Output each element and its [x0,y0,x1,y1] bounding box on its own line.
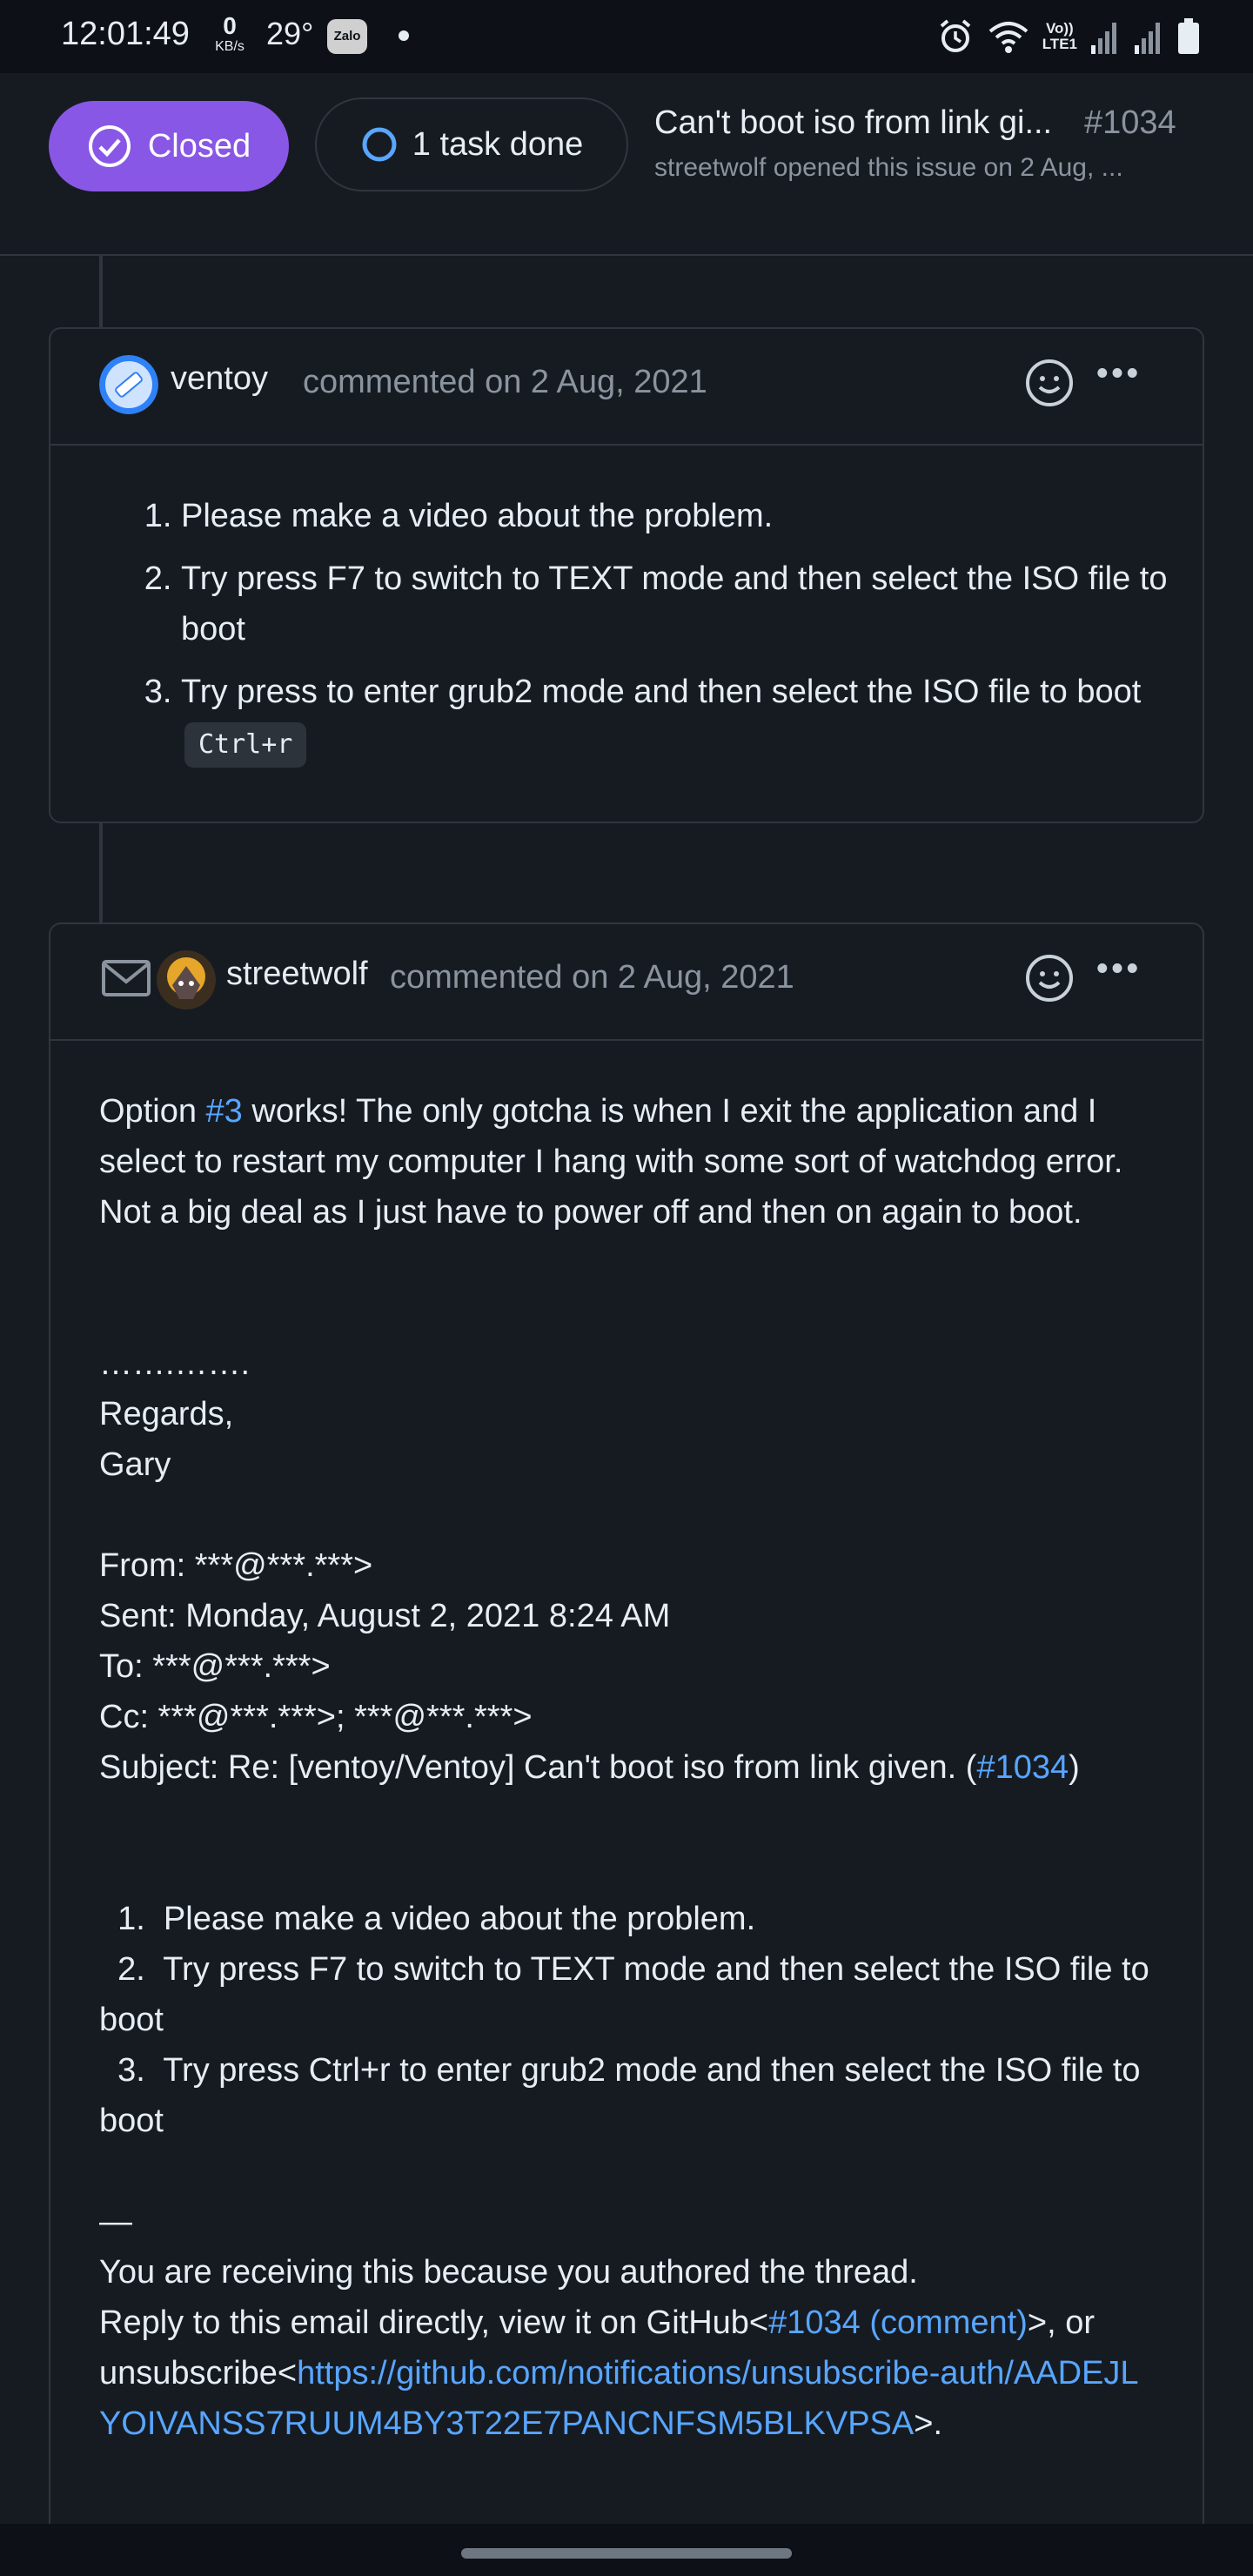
email-separator: — [99,2204,132,2240]
task-circle-icon [362,127,397,162]
email-footer-links: Reply to this email directly, view it on… [99,2304,1139,2442]
timeline-line [99,256,103,329]
email-cc: Cc: ***@***.***>; ***@***.***> [99,1699,533,1735]
wifi-icon [988,22,1028,53]
status-time: 12:01:49 [61,16,190,52]
check-circle-icon [88,125,131,167]
issue-header: Closed 1 task done Can't boot iso from l… [0,73,1253,256]
email-footer: You are receiving this because you autho… [99,2254,918,2291]
home-gesture-handle[interactable] [461,2548,792,2559]
comment-header: streetwolf commented on 2 Aug, 2021 ••• [50,924,1203,1041]
issue-number: #1034 [1084,104,1176,141]
task-progress-label: 1 task done [412,125,584,163]
issue-link[interactable]: #3 [206,1093,243,1130]
issue-state-label: Closed [147,127,251,164]
kbd-shortcut: Ctrl+r [184,722,307,768]
list-item: Try press F7 to switch to TEXT mode and … [181,553,1168,654]
email-sent: Sent: Monday, August 2, 2021 8:24 AM [99,1598,671,1634]
issue-link[interactable]: #1034 [976,1749,1069,1786]
email-from: From: ***@***.***> [99,1547,373,1584]
comment-header: ventoy commented on 2 Aug, 2021 ••• [50,329,1203,446]
comment-paragraph: Option #3 works! The only gotcha is when… [99,1093,1123,1231]
comment-author[interactable]: ventoy [171,360,268,398]
comment-timestamp: commented on 2 Aug, 2021 [303,364,707,400]
more-options-icon[interactable]: ••• [1096,355,1142,392]
mail-icon [102,960,151,996]
list-item: Please make a video about the problem. [181,491,1168,541]
comment-card: streetwolf commented on 2 Aug, 2021 ••• … [49,922,1204,2541]
issue-subtitle: streetwolf opened this issue on 2 Aug, .… [654,153,1123,182]
email-to: To: ***@***.***> [99,1648,331,1685]
signal-icon [1135,23,1160,54]
alarm-icon [940,19,970,52]
smiley-icon[interactable] [1023,952,1075,1004]
comment-author[interactable]: streetwolf [226,956,368,993]
comment-body: Option #3 works! The only gotcha is when… [50,1041,1203,2449]
comment-body: Please make a video about the problem. T… [50,446,1203,815]
task-progress-button[interactable]: 1 task done [315,97,628,191]
network-speed: 0 KB/s [215,12,245,54]
avatar[interactable] [157,950,216,1010]
signature-dots: …….……. [99,1345,251,1382]
battery-icon [1178,18,1199,54]
comment-timestamp: commented on 2 Aug, 2021 [390,959,794,996]
email-subject: Subject: Re: [ventoy/Ventoy] Can't boot … [99,1749,1080,1786]
signature-name: Gary [99,1446,171,1483]
temperature: 29° [266,16,314,51]
issue-state-badge[interactable]: Closed [49,101,289,191]
signal-icon [1091,23,1116,54]
signature-regards: Regards, [99,1396,234,1432]
comment-card: ventoy commented on 2 Aug, 2021 ••• Plea… [49,327,1204,823]
notification-dot-icon [399,30,409,41]
more-options-icon[interactable]: ••• [1096,950,1142,988]
smiley-icon[interactable] [1023,357,1075,409]
quoted-item: 1. Please make a video about the problem… [99,1901,756,1937]
comment-link[interactable]: #1034 (comment) [768,2304,1028,2341]
avatar[interactable] [99,355,158,414]
quoted-item: 3. Try press Ctrl+r to enter grub2 mode … [99,2052,1150,2139]
quoted-item: 2. Try press F7 to switch to TEXT mode a… [99,1951,1159,2038]
issue-title: Can't boot iso from link gi... [654,104,1053,141]
timeline-line [99,823,103,924]
list-item: Try press to enter grub2 mode and then s… [181,667,1168,768]
zalo-icon: Zalo [327,19,367,54]
volte-icon: Vo)) LTE1 [1042,20,1077,52]
status-bar: 12:01:49 0 KB/s 29° Zalo Vo)) LTE1 [0,0,1253,73]
